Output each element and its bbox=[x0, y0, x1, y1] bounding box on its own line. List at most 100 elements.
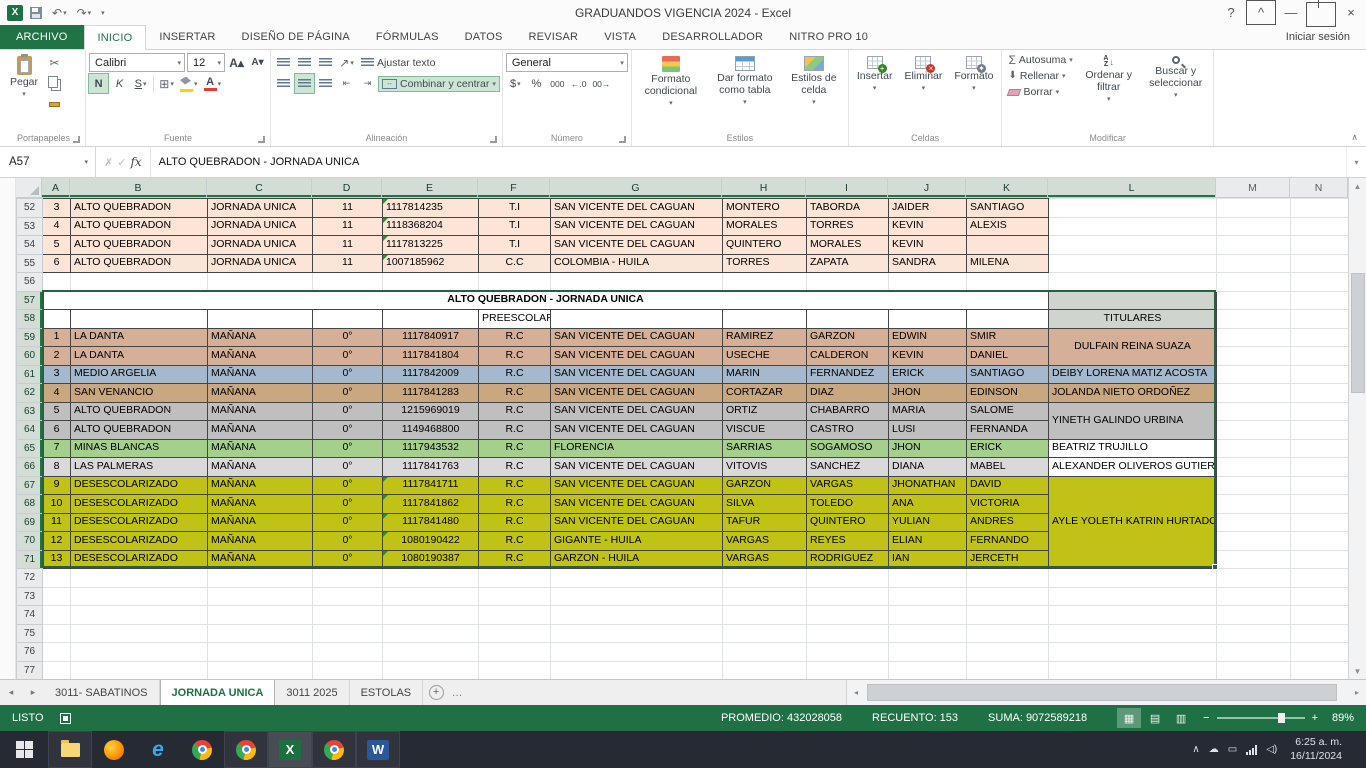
cell-G53[interactable]: SAN VICENTE DEL CAGUAN bbox=[551, 217, 723, 236]
column-header-L[interactable]: L bbox=[1048, 178, 1216, 198]
cell-A62[interactable]: 4 bbox=[43, 384, 71, 403]
cell-A60[interactable]: 2 bbox=[43, 347, 71, 366]
cell-H61[interactable]: MARIN bbox=[723, 365, 807, 384]
taskbar-internet-explorer[interactable]: e bbox=[136, 731, 180, 768]
cell-K69[interactable]: ANDRES bbox=[967, 513, 1049, 532]
cell-A64[interactable]: 6 bbox=[43, 421, 71, 440]
format-cells-button[interactable]: ✦Formato▾ bbox=[949, 53, 998, 132]
align-top-button[interactable] bbox=[274, 53, 293, 72]
cell-G61[interactable]: SAN VICENTE DEL CAGUAN bbox=[551, 365, 723, 384]
cell-L57[interactable] bbox=[1049, 291, 1217, 310]
currency-format-button[interactable]: $▾ bbox=[506, 74, 525, 93]
normal-view-button[interactable]: ▦ bbox=[1117, 708, 1141, 728]
cell-I75[interactable] bbox=[807, 624, 889, 643]
cell-L63[interactable]: YINETH GALINDO URBINA bbox=[1049, 402, 1217, 439]
ribbon-tab-insertar[interactable]: INSERTAR bbox=[146, 25, 228, 49]
cell-N63[interactable] bbox=[1291, 402, 1349, 421]
cell-M76[interactable] bbox=[1217, 643, 1291, 662]
increase-font-size-button[interactable]: A▴ bbox=[227, 53, 246, 72]
cell-C69[interactable]: MAÑANA bbox=[208, 513, 313, 532]
row-header-73[interactable]: 73 bbox=[17, 587, 43, 606]
cell-K77[interactable] bbox=[967, 661, 1049, 679]
cell-D63[interactable]: 0° bbox=[313, 402, 383, 421]
cell-C61[interactable]: MAÑANA bbox=[208, 365, 313, 384]
cell-A69[interactable]: 11 bbox=[43, 513, 71, 532]
cell-B72[interactable] bbox=[71, 569, 208, 588]
cell-F65[interactable]: R.C bbox=[479, 439, 551, 458]
cell-C58[interactable] bbox=[208, 310, 313, 329]
cell-F74[interactable] bbox=[479, 606, 551, 625]
cell-N73[interactable] bbox=[1291, 587, 1349, 606]
cell-C75[interactable] bbox=[208, 624, 313, 643]
cell-M60[interactable] bbox=[1217, 347, 1291, 366]
cell-G59[interactable]: SAN VICENTE DEL CAGUAN bbox=[551, 328, 723, 347]
decrease-font-size-button[interactable]: A▾ bbox=[248, 53, 267, 72]
cell-M53[interactable] bbox=[1217, 217, 1291, 236]
cut-button[interactable]: ✂ bbox=[45, 53, 64, 72]
cell-H59[interactable]: RAMIREZ bbox=[723, 328, 807, 347]
cell-M64[interactable] bbox=[1217, 421, 1291, 440]
cell-K55[interactable]: MILENA bbox=[967, 254, 1049, 273]
cell-G60[interactable]: SAN VICENTE DEL CAGUAN bbox=[551, 347, 723, 366]
cell-D70[interactable]: 0° bbox=[313, 532, 383, 551]
cell-K72[interactable] bbox=[967, 569, 1049, 588]
cell-J72[interactable] bbox=[889, 569, 967, 588]
cell-H75[interactable] bbox=[723, 624, 807, 643]
row-header-59[interactable]: 59 bbox=[17, 328, 43, 347]
redo-button[interactable]: ↷▾ bbox=[74, 2, 95, 24]
cell-C56[interactable] bbox=[208, 273, 313, 292]
column-header-F[interactable]: F bbox=[478, 178, 550, 198]
cell-D77[interactable] bbox=[313, 661, 383, 679]
sign-in-link[interactable]: Iniciar sesión bbox=[1286, 25, 1366, 49]
delete-cells-button[interactable]: ×Eliminar▾ bbox=[899, 53, 947, 132]
cancel-entry-button[interactable]: ✗ bbox=[104, 156, 113, 169]
insert-cells-button[interactable]: +Insertar▾ bbox=[852, 53, 898, 132]
cell-A77[interactable] bbox=[43, 661, 71, 679]
row-header-56[interactable]: 56 bbox=[17, 273, 43, 292]
restore-button[interactable] bbox=[1306, 0, 1336, 25]
cell-G54[interactable]: SAN VICENTE DEL CAGUAN bbox=[551, 236, 723, 255]
cell-C76[interactable] bbox=[208, 643, 313, 662]
cell-A63[interactable]: 5 bbox=[43, 402, 71, 421]
cell-B52[interactable]: ALTO QUEBRADON bbox=[71, 199, 208, 218]
cell-J74[interactable] bbox=[889, 606, 967, 625]
cell-N69[interactable] bbox=[1291, 513, 1349, 532]
cell-K64[interactable]: FERNANDA bbox=[967, 421, 1049, 440]
cell-N62[interactable] bbox=[1291, 384, 1349, 403]
cell-B61[interactable]: MEDIO ARGELIA bbox=[71, 365, 208, 384]
alignment-dialog-launcher[interactable] bbox=[490, 136, 497, 143]
cell-J75[interactable] bbox=[889, 624, 967, 643]
cell-M67[interactable] bbox=[1217, 476, 1291, 495]
font-color-button[interactable]: A▾ bbox=[202, 74, 224, 93]
cell-H76[interactable] bbox=[723, 643, 807, 662]
conditional-formatting-button[interactable]: Formato condicional▾ bbox=[635, 53, 707, 132]
cell-D76[interactable] bbox=[313, 643, 383, 662]
cell-N52[interactable] bbox=[1291, 199, 1349, 218]
column-header-N[interactable]: N bbox=[1290, 178, 1348, 198]
format-as-table-button[interactable]: Dar formato como tabla▾ bbox=[709, 53, 781, 132]
undo-button[interactable]: ↶▾ bbox=[49, 2, 70, 24]
cell-C60[interactable]: MAÑANA bbox=[208, 347, 313, 366]
cell-M66[interactable] bbox=[1217, 458, 1291, 477]
zoom-slider-thumb[interactable] bbox=[1278, 713, 1285, 723]
cell-J71[interactable]: IAN bbox=[889, 550, 967, 569]
cell-H74[interactable] bbox=[723, 606, 807, 625]
cell-H68[interactable]: SILVA bbox=[723, 495, 807, 514]
cell-L59[interactable]: DULFAIN REINA SUAZA bbox=[1049, 328, 1217, 365]
cell-N64[interactable] bbox=[1291, 421, 1349, 440]
row-header-52[interactable]: 52 bbox=[17, 199, 43, 218]
scroll-up-arrow[interactable]: ▲ bbox=[1349, 178, 1366, 194]
cell-D56[interactable] bbox=[313, 273, 383, 292]
cell-L52[interactable] bbox=[1049, 199, 1217, 218]
row-header-68[interactable]: 68 bbox=[17, 495, 43, 514]
cell-K54[interactable] bbox=[967, 236, 1049, 255]
cell-L61[interactable]: DEIBY LORENA MATIZ ACOSTA bbox=[1049, 365, 1217, 384]
cell-G72[interactable] bbox=[551, 569, 723, 588]
page-layout-view-button[interactable]: ▤ bbox=[1143, 708, 1167, 728]
cell-G75[interactable] bbox=[551, 624, 723, 643]
cell-L74[interactable] bbox=[1049, 606, 1217, 625]
close-button[interactable]: × bbox=[1336, 0, 1366, 25]
cell-B59[interactable]: LA DANTA bbox=[71, 328, 208, 347]
copy-button[interactable] bbox=[45, 74, 64, 93]
cell-L66[interactable]: ALEXANDER OLIVEROS GUTIERREZ bbox=[1049, 458, 1217, 477]
